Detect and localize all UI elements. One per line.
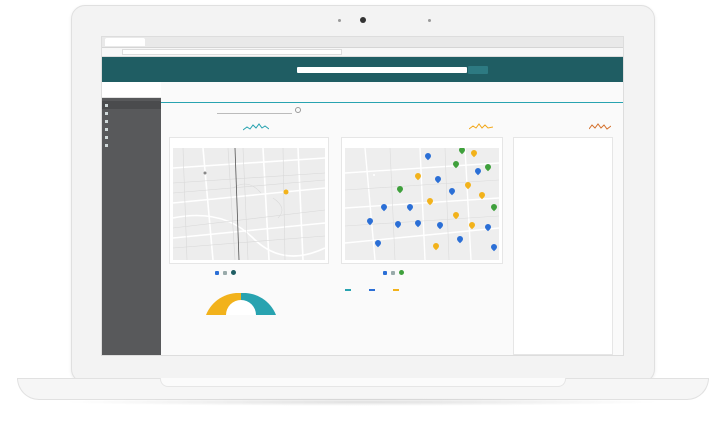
browser-tab[interactable] — [105, 38, 145, 46]
alerts-panel — [513, 137, 613, 355]
laptop-screen — [101, 36, 624, 356]
legend-swatch — [345, 289, 351, 291]
map-popup[interactable] — [373, 174, 375, 176]
camera-indicator — [428, 19, 431, 22]
street-map-graphic — [173, 148, 325, 260]
chart-toggle-icon[interactable] — [383, 271, 387, 275]
legend-swatch — [369, 289, 375, 291]
chart-toggle-icon[interactable] — [391, 271, 395, 275]
main-content — [161, 82, 623, 355]
map-right-title — [342, 138, 502, 141]
chart-toggle-icon[interactable] — [399, 270, 404, 275]
street-map[interactable] — [173, 148, 325, 260]
sidebar — [102, 82, 161, 355]
url-field[interactable] — [122, 49, 342, 55]
sidebar-item-1[interactable] — [102, 101, 161, 109]
app-body — [102, 82, 623, 355]
sidebar-item-3[interactable] — [102, 117, 161, 125]
laptop-hinge — [160, 378, 566, 387]
filter-bar — [169, 107, 301, 114]
webcam — [360, 17, 366, 23]
filter-input[interactable] — [217, 107, 292, 114]
sidebar-item-2[interactable] — [102, 109, 161, 117]
app-header — [102, 57, 623, 83]
title-divider — [161, 102, 623, 103]
sidebar-item-6[interactable] — [102, 141, 161, 149]
donut-chart — [206, 293, 276, 315]
map-panel-left — [169, 137, 329, 264]
chart-toggle-icon[interactable] — [223, 271, 227, 275]
chart-toggle-icon[interactable] — [231, 270, 236, 275]
chart-toggle-icon[interactable] — [215, 271, 219, 275]
camera-indicator — [338, 19, 341, 22]
search-button[interactable] — [468, 66, 488, 74]
search-input[interactable] — [297, 67, 467, 73]
map-panel-right — [341, 137, 503, 264]
browser-tab-bar — [102, 37, 623, 48]
sparkline-orange-icon — [589, 123, 611, 130]
sparkline-teal-icon — [243, 123, 269, 131]
lower-left-widget — [171, 270, 321, 315]
sidebar-item-5[interactable] — [102, 133, 161, 141]
device-map[interactable] — [345, 148, 499, 260]
filter-search-icon[interactable] — [295, 107, 301, 113]
sparkline-orange-icon — [469, 123, 493, 130]
user-profile[interactable] — [102, 82, 161, 98]
device-map-graphic — [345, 148, 499, 260]
legend-swatch — [393, 289, 399, 291]
sidebar-item-4[interactable] — [102, 125, 161, 133]
lower-right-widget — [343, 270, 493, 311]
browser-address-bar — [102, 48, 623, 57]
app-logo[interactable] — [116, 64, 148, 74]
laptop-shadow — [60, 398, 664, 406]
map-left-title — [170, 138, 328, 141]
